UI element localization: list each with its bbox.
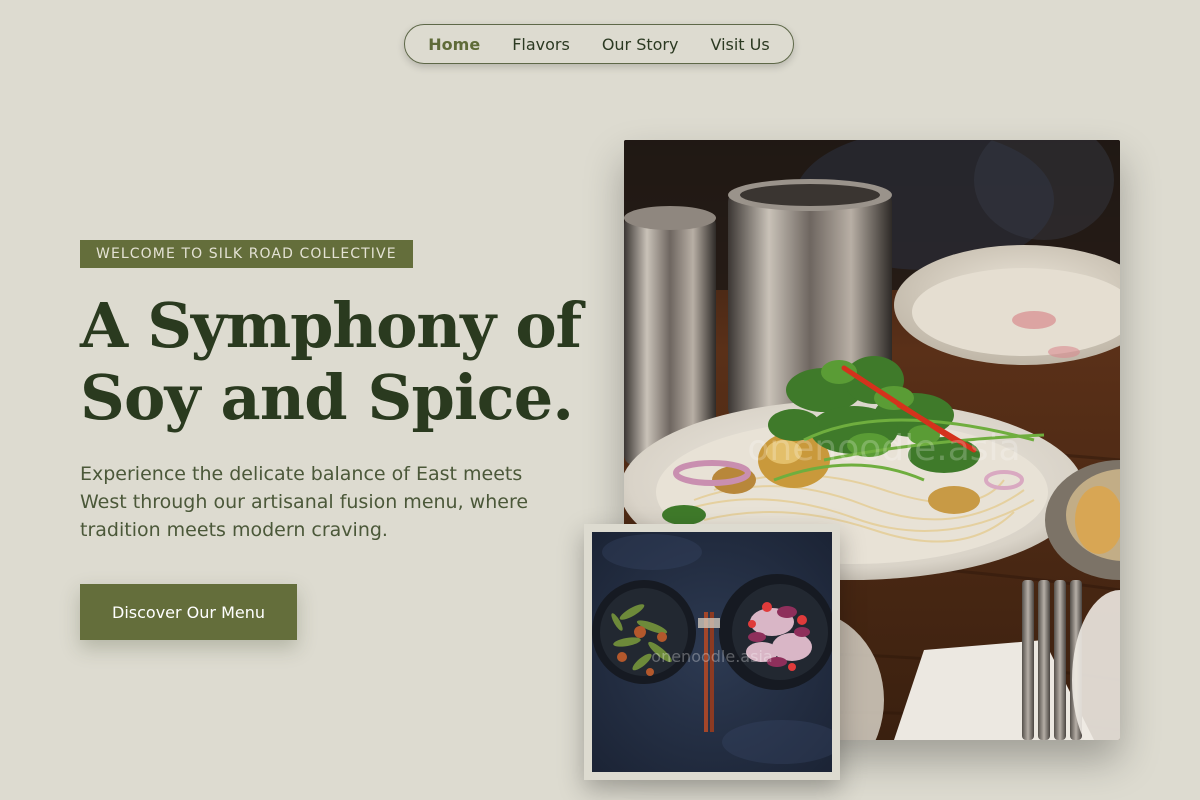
nav-link-home[interactable]: Home <box>428 35 480 54</box>
welcome-badge: WELCOME TO SILK ROAD COLLECTIVE <box>80 240 413 268</box>
nav-link-flavors[interactable]: Flavors <box>512 35 570 54</box>
hero-headline-line: A Symphony of <box>80 289 582 362</box>
inset-photo-watermark: onenoodle.asia <box>651 647 772 666</box>
inset-food-photo: onenoodle.asia <box>584 524 840 780</box>
discover-menu-button[interactable]: Discover Our Menu <box>80 584 297 640</box>
hero-subtitle-line: West through our artisanal fusion menu, … <box>80 491 529 513</box>
hero-headline: A Symphony of Soy and Spice. <box>80 290 600 434</box>
nav-link-visit-us[interactable]: Visit Us <box>710 35 769 54</box>
hero-subtitle: Experience the delicate balance of East … <box>80 460 580 544</box>
hero-headline-line: Soy and Spice. <box>80 361 574 434</box>
main-photo-watermark: onenoodle.asia <box>747 428 1020 469</box>
hero-subtitle-line: tradition meets modern craving. <box>80 519 388 541</box>
top-navigation: Home Flavors Our Story Visit Us <box>404 24 794 64</box>
nav-link-our-story[interactable]: Our Story <box>602 35 679 54</box>
landing-page: Home Flavors Our Story Visit Us WELCOME … <box>0 0 1200 800</box>
hero-subtitle-line: Experience the delicate balance of East … <box>80 463 523 485</box>
